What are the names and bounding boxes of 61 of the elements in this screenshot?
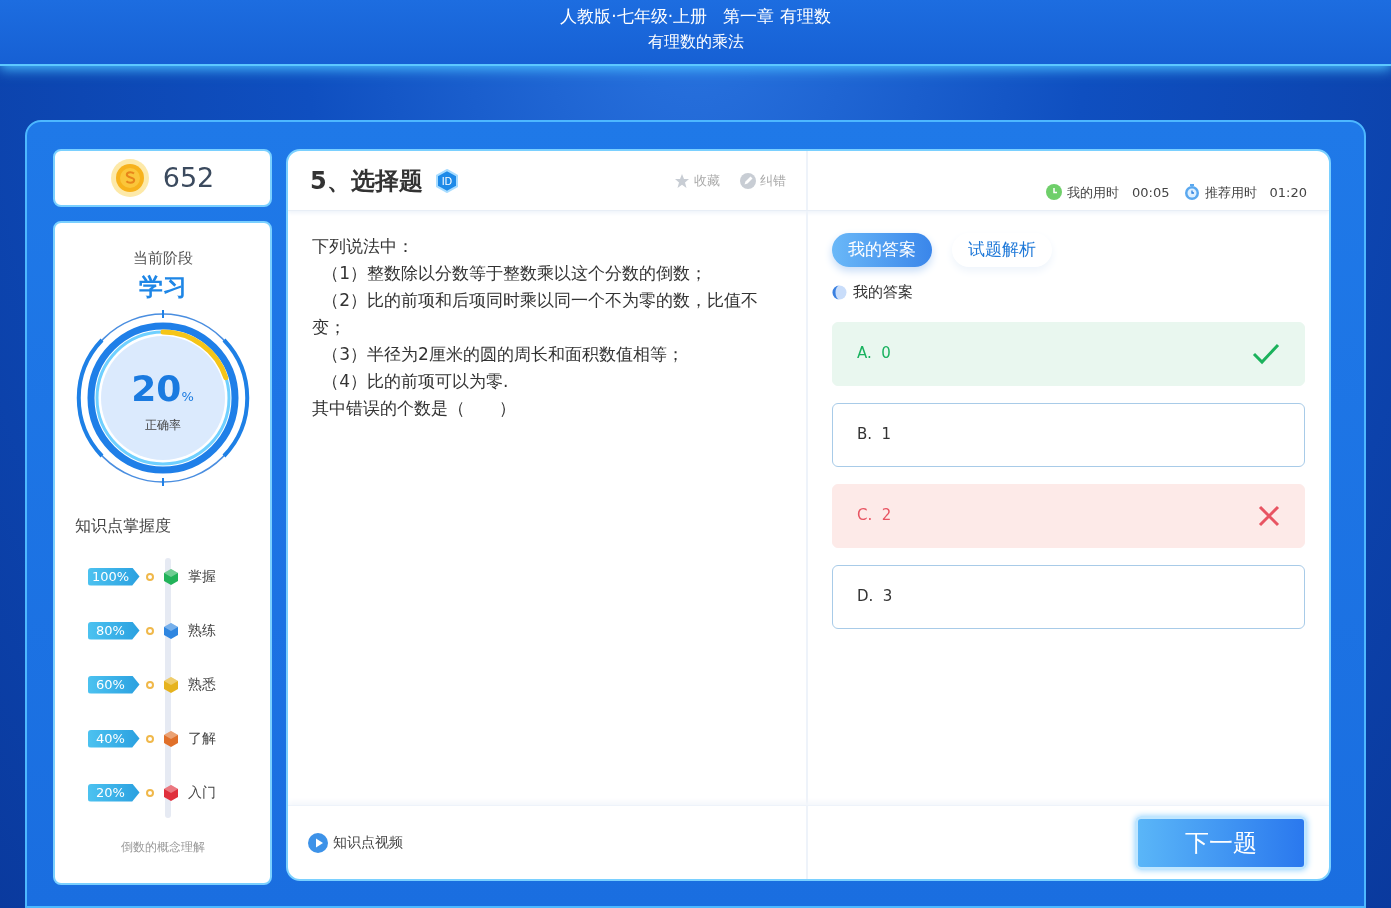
timer-value: 00:05 bbox=[1132, 183, 1170, 202]
stopwatch-icon bbox=[1183, 184, 1200, 201]
half-circle-icon bbox=[832, 284, 847, 300]
answer-option[interactable]: B. 1 bbox=[832, 402, 1305, 467]
question-text: （2）比的前项和后项同时乘以同一个不为零的数，比值不变； bbox=[312, 289, 759, 339]
clock-icon bbox=[1046, 184, 1063, 201]
question-text: （3）半径为2厘米的圆的周长和面积数值相等； bbox=[321, 343, 685, 366]
timer-value: 01:20 bbox=[1269, 183, 1307, 202]
option-text: B. 1 bbox=[857, 424, 893, 446]
timeline-dot bbox=[145, 572, 154, 581]
check-icon bbox=[1252, 342, 1280, 365]
percent-tag: 80% bbox=[87, 621, 140, 640]
timer-label: 推荐用时 bbox=[1204, 183, 1257, 202]
video-link[interactable]: 知识点视频 bbox=[308, 832, 403, 853]
answer-option[interactable]: C. 2 bbox=[832, 483, 1305, 548]
question-text: （4）比的前项可以为零. bbox=[321, 370, 510, 393]
timer-label: 我的用时 bbox=[1067, 183, 1120, 202]
play-icon bbox=[308, 832, 328, 853]
mastery-level: 了解 bbox=[187, 729, 216, 748]
option-text: A. 0 bbox=[857, 343, 892, 365]
action-link[interactable]: 收藏 bbox=[674, 170, 720, 191]
tab[interactable]: 我的答案 bbox=[832, 233, 932, 267]
question-text: 下列说法中： bbox=[312, 235, 415, 258]
percent-unit: % bbox=[181, 388, 194, 404]
tab[interactable]: 试题解析 bbox=[952, 233, 1052, 267]
percent-tag: 20% bbox=[87, 783, 140, 802]
course-title: 人教版·七年级·上册 第一章 有理数 bbox=[559, 5, 832, 28]
option-text: C. 2 bbox=[857, 505, 893, 527]
cross-icon bbox=[1258, 504, 1280, 527]
mastery-level: 熟悉 bbox=[187, 675, 216, 694]
next-question-button[interactable]: 下一题 bbox=[1135, 815, 1307, 870]
answer-label: 我的答案 bbox=[853, 282, 913, 303]
timeline-dot bbox=[145, 788, 154, 797]
question-text: （1）整数除以分数等于整数乘以这个分数的倒数； bbox=[321, 262, 708, 285]
mastery-level: 掌握 bbox=[187, 567, 216, 586]
mastery-title: 知识点掌握度 bbox=[75, 514, 171, 537]
answer-option[interactable]: D. 3 bbox=[832, 564, 1305, 629]
mastery-level: 入门 bbox=[187, 783, 216, 802]
answer-option[interactable]: A. 0 bbox=[832, 321, 1305, 386]
star-icon bbox=[674, 172, 690, 189]
question-text: 其中错误的个数是（ ） bbox=[312, 397, 517, 420]
accuracy-value: 20 bbox=[131, 367, 182, 409]
stage-value: 学习 bbox=[138, 271, 187, 303]
coin-count: 652 bbox=[162, 160, 215, 195]
accuracy-label: 正确率 bbox=[143, 416, 182, 434]
action-link[interactable]: 纠错 bbox=[740, 170, 786, 191]
option-text: D. 3 bbox=[857, 586, 894, 608]
question-title: 5、选择题 bbox=[310, 165, 423, 197]
stage-label: 当前阶段 bbox=[132, 248, 193, 269]
lesson-title: 有理数的乘法 bbox=[646, 31, 745, 53]
percent-tag: 40% bbox=[87, 729, 140, 748]
timeline-dot bbox=[145, 680, 154, 689]
id-badge: ID bbox=[434, 168, 459, 193]
timeline-dot bbox=[145, 626, 154, 635]
pencil-icon bbox=[740, 172, 756, 189]
coin-icon bbox=[110, 159, 149, 197]
topic-name: 倒数的概念理解 bbox=[120, 838, 205, 856]
percent-tag: 60% bbox=[87, 675, 140, 694]
mastery-level: 熟练 bbox=[187, 621, 216, 640]
percent-tag: 100% bbox=[87, 567, 140, 586]
timeline-dot bbox=[145, 734, 154, 743]
